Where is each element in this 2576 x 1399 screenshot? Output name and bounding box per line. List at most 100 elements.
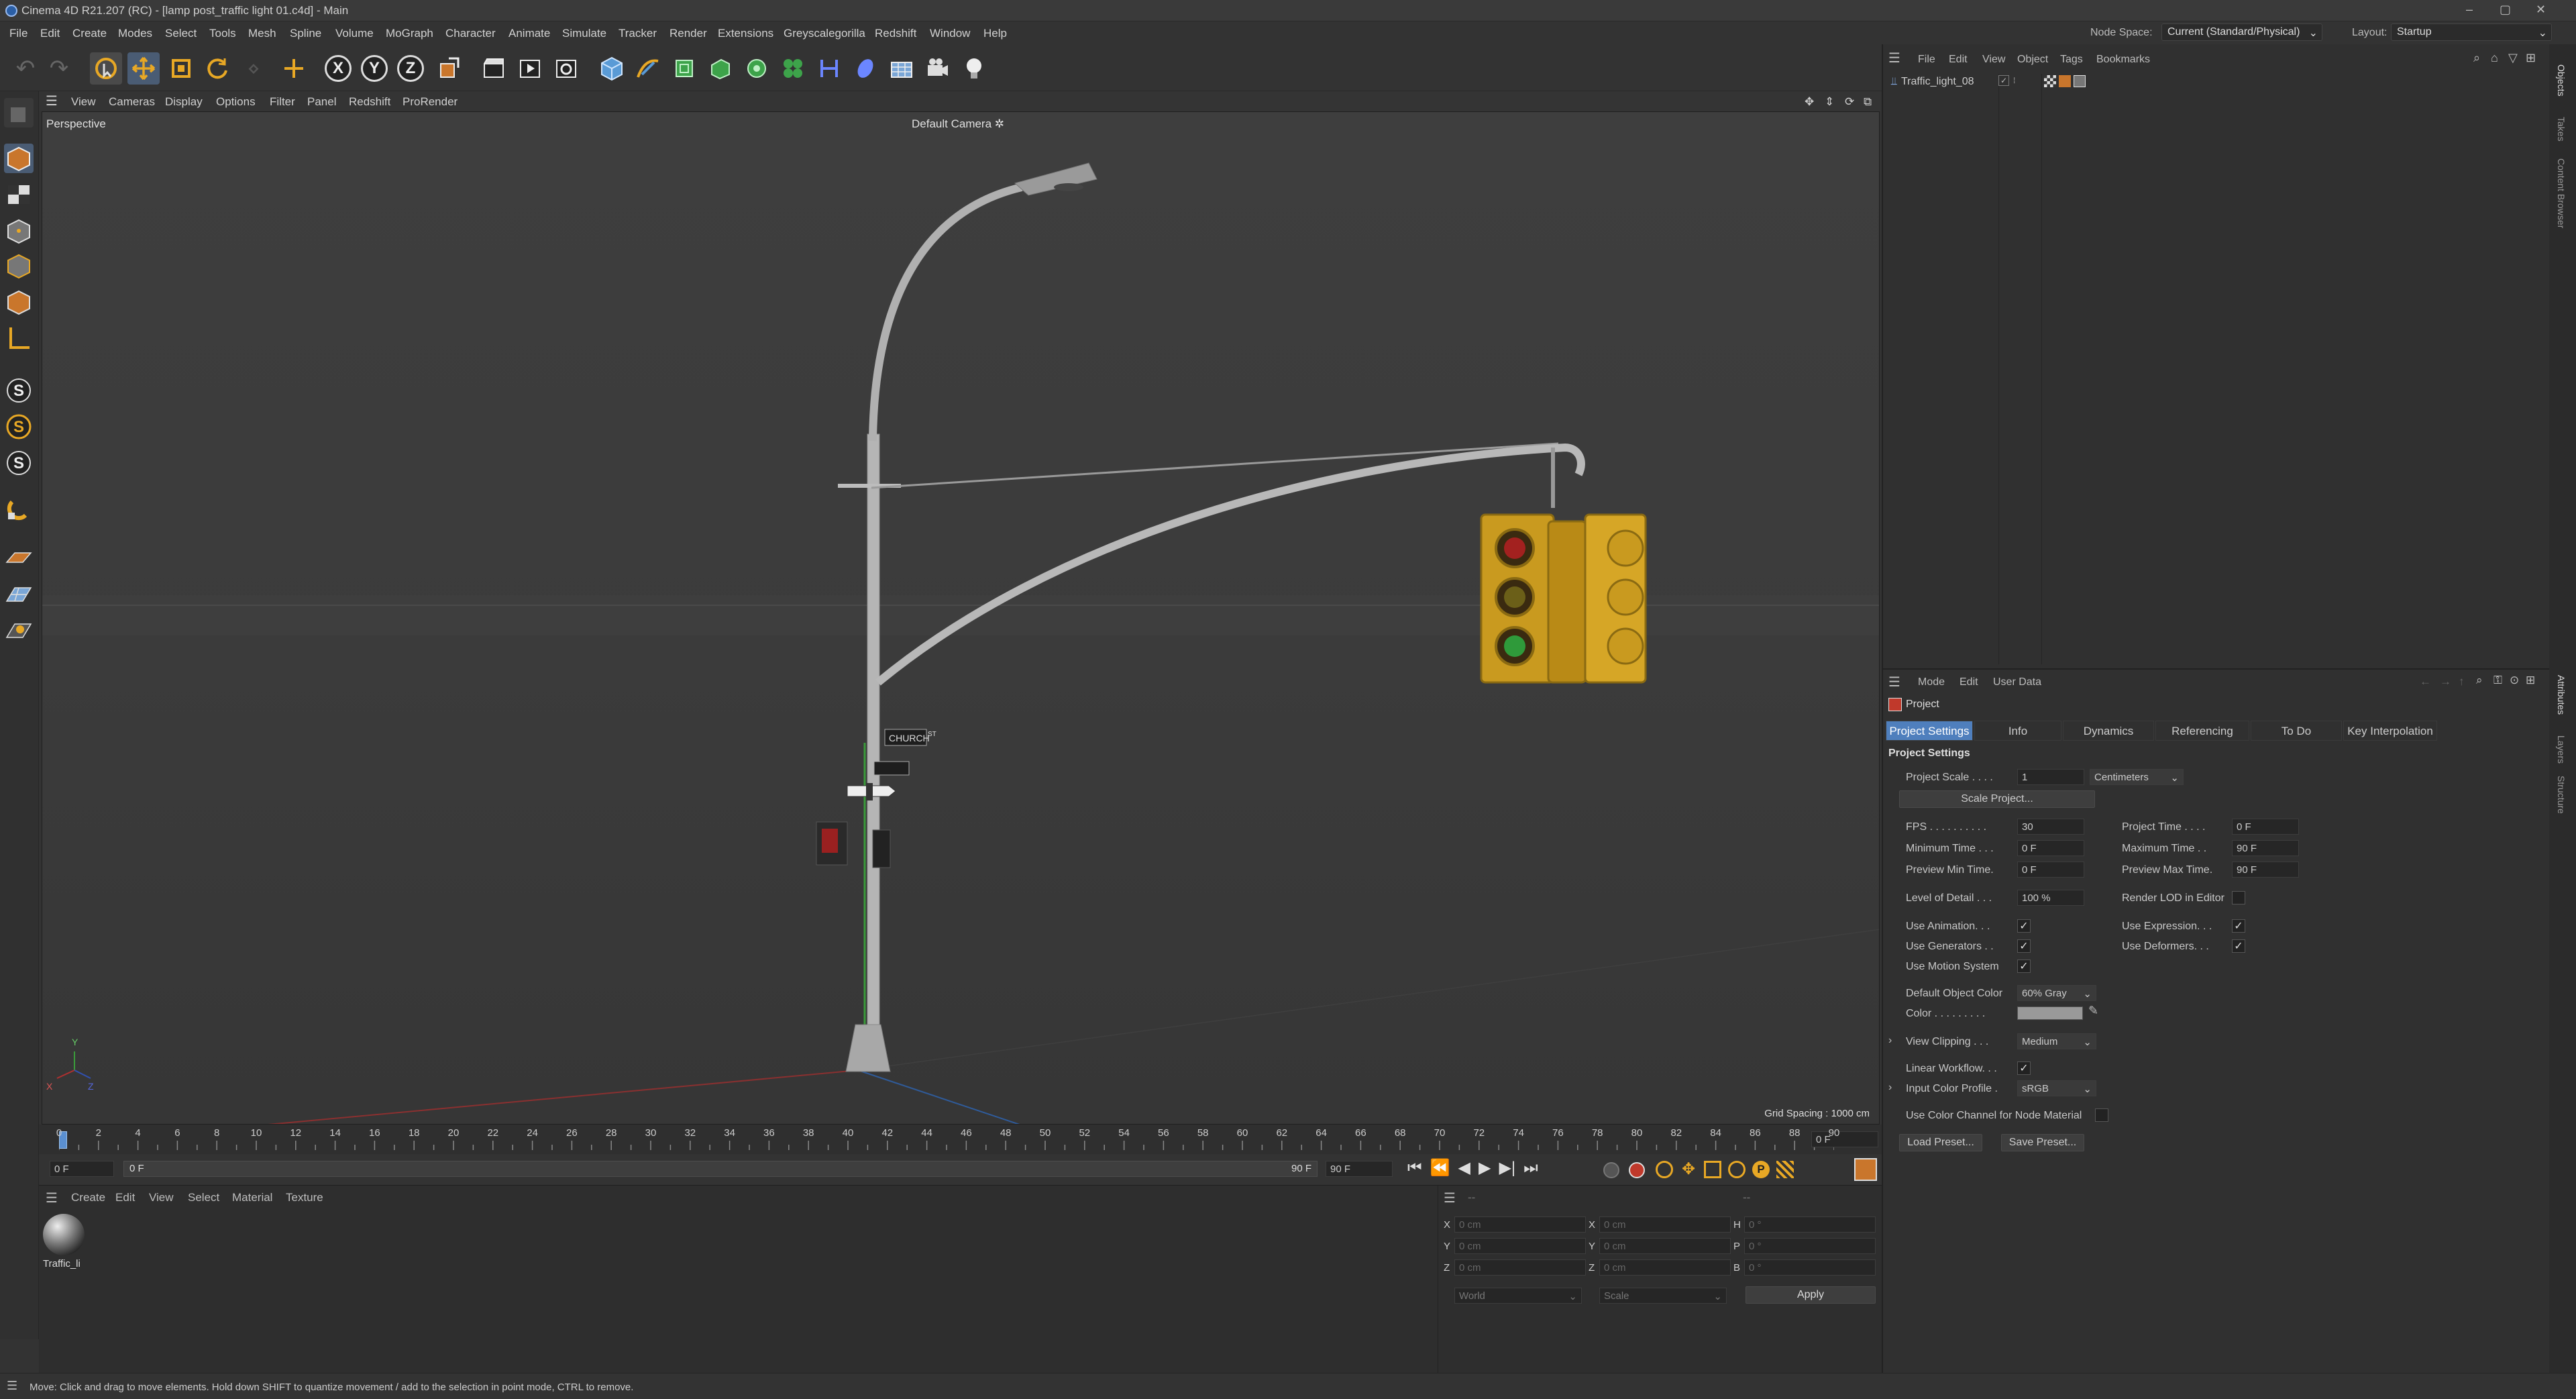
hamburger-icon[interactable]: ☰ xyxy=(1888,674,1900,690)
layout-dropdown[interactable]: Startup ⌄ xyxy=(2391,23,2552,41)
tab-to-do[interactable]: To Do xyxy=(2251,721,2342,741)
menu-tools[interactable]: Tools xyxy=(209,27,236,40)
expand-chevron-icon[interactable]: › xyxy=(1888,1035,1892,1047)
project-scale-field[interactable]: 1 xyxy=(2017,769,2084,785)
make-editable-button[interactable] xyxy=(4,98,34,127)
layer-check-icon[interactable]: ✓ xyxy=(1998,75,2009,86)
tab-takes[interactable]: Takes xyxy=(2556,117,2567,142)
cube-object-button[interactable] xyxy=(596,52,628,85)
timeline-ruler[interactable]: 0 F 0 2 4 6 8 10 12 14 16 18 20 22 24 26 28 30 32 34 36 38 4… xyxy=(39,1125,1882,1154)
attr-menu-user-data[interactable]: User Data xyxy=(1993,676,2041,688)
keyframe-selection-icon[interactable] xyxy=(1656,1161,1673,1178)
coord-position-field[interactable]: 0 cm xyxy=(1454,1259,1586,1276)
z-axis-lock-button[interactable]: Z xyxy=(394,52,427,85)
viewport-menu-panel[interactable]: Panel xyxy=(307,95,336,109)
menu-mesh[interactable]: Mesh xyxy=(248,27,276,40)
min-time-field[interactable]: 0 F xyxy=(2017,840,2084,856)
viewport-menu-cameras[interactable]: Cameras xyxy=(109,95,155,109)
play-icon[interactable]: ▶ xyxy=(1479,1158,1491,1178)
coord-size-field[interactable]: 0 cm xyxy=(1599,1259,1731,1276)
view-clipping-dropdown[interactable]: Medium ⌄ xyxy=(2017,1033,2096,1049)
pen-tool-button[interactable] xyxy=(632,52,664,85)
extrude-button[interactable] xyxy=(704,52,737,85)
input-color-profile-dropdown[interactable]: sRGB ⌄ xyxy=(2017,1080,2096,1096)
node-space-dropdown[interactable]: Current (Standard/Physical) ⌄ xyxy=(2161,23,2322,41)
coord-rotation-field[interactable]: 0 ° xyxy=(1744,1216,1876,1233)
locked-workplane-button[interactable] xyxy=(4,578,34,608)
menu-volume[interactable]: Volume xyxy=(335,27,374,40)
menu-tracker[interactable]: Tracker xyxy=(619,27,657,40)
prev-frame-icon[interactable]: ◀ xyxy=(1458,1158,1470,1178)
use-animation-checkbox[interactable]: ✓ xyxy=(2017,919,2031,933)
edges-mode-button[interactable] xyxy=(4,251,34,280)
search-icon[interactable]: ⌕ xyxy=(2476,674,2483,687)
use-deformers-checkbox[interactable]: ✓ xyxy=(2232,939,2245,953)
obj-menu-tags[interactable]: Tags xyxy=(2060,54,2083,66)
tab-content-browser[interactable]: Content Browser xyxy=(2556,158,2567,228)
snap-settings-button[interactable]: S xyxy=(4,412,34,442)
coord-size-field[interactable]: 0 cm xyxy=(1599,1238,1731,1254)
eyedropper-icon[interactable]: ✎ xyxy=(2088,1004,2098,1018)
project-scale-unit-dropdown[interactable]: Centimeters ⌄ xyxy=(2090,769,2184,785)
coord-size-field[interactable]: 0 cm xyxy=(1599,1216,1731,1233)
up-arrow-icon[interactable]: ↑ xyxy=(2459,675,2465,688)
material-swatch[interactable] xyxy=(43,1214,85,1255)
workplane-button[interactable] xyxy=(4,542,34,572)
obj-menu-object[interactable]: Object xyxy=(2017,54,2048,66)
mat-menu-create[interactable]: Create xyxy=(71,1191,105,1204)
obj-menu-edit[interactable]: Edit xyxy=(1949,54,1968,66)
menu-mograph[interactable]: MoGraph xyxy=(386,27,433,40)
rotate-tool-button[interactable] xyxy=(201,52,233,85)
axis-mode-button[interactable] xyxy=(4,323,34,353)
coord-rotation-field[interactable]: 0 ° xyxy=(1744,1238,1876,1254)
next-frame-icon[interactable]: ▶| xyxy=(1499,1158,1515,1178)
close-button[interactable]: ✕ xyxy=(2536,3,2546,17)
field-button[interactable] xyxy=(849,52,881,85)
timeline-settings-icon[interactable] xyxy=(1854,1158,1877,1181)
go-to-start-icon[interactable]: ⏮ xyxy=(1407,1159,1422,1178)
tab-key-interpolation[interactable]: Key Interpolation xyxy=(2343,721,2437,741)
hamburger-icon[interactable]: ☰ xyxy=(46,1190,58,1206)
use-generators-checkbox[interactable]: ✓ xyxy=(2017,939,2031,953)
tab-attributes[interactable]: Attributes xyxy=(2556,675,2567,715)
menu-modes[interactable]: Modes xyxy=(118,27,152,40)
scale-tool-button[interactable] xyxy=(165,52,197,85)
save-preset-button[interactable]: Save Preset... xyxy=(2001,1134,2084,1151)
lock-icon[interactable]: ⚿ xyxy=(2493,674,2502,687)
planar-workplane-button[interactable] xyxy=(4,615,34,644)
y-axis-lock-button[interactable]: Y xyxy=(358,52,390,85)
snap-button[interactable]: S xyxy=(4,376,34,405)
visibility-dots-icon[interactable]: ⁞ xyxy=(2013,76,2015,85)
menu-redshift[interactable]: Redshift xyxy=(875,27,916,40)
parameter-key-icon[interactable]: P xyxy=(1752,1161,1770,1178)
deformer-button[interactable] xyxy=(813,52,845,85)
tab-project-settings[interactable]: Project Settings xyxy=(1886,721,1973,741)
hamburger-icon[interactable]: ☰ xyxy=(46,93,58,109)
add-object-button[interactable] xyxy=(278,52,310,85)
tab-info[interactable]: Info xyxy=(1974,721,2061,741)
new-window-icon[interactable]: ⊞ xyxy=(2526,674,2535,687)
color-swatch[interactable] xyxy=(2017,1006,2083,1020)
scale-dropdown[interactable]: Scale ⌄ xyxy=(1599,1288,1727,1304)
menu-file[interactable]: File xyxy=(9,27,28,40)
tab-layers[interactable]: Layers xyxy=(2556,735,2567,764)
menu-edit[interactable]: Edit xyxy=(40,27,60,40)
default-object-color-dropdown[interactable]: 60% Gray ⌄ xyxy=(2017,985,2096,1001)
menu-animate[interactable]: Animate xyxy=(508,27,550,40)
menu-create[interactable]: Create xyxy=(72,27,107,40)
3d-viewport[interactable]: Perspective Default Camera ✲ CHURCH ST Y… xyxy=(42,111,1880,1125)
expand-chevron-icon[interactable]: › xyxy=(1888,1082,1892,1094)
fps-field[interactable]: 30 xyxy=(2017,819,2084,835)
model-mode-button[interactable] xyxy=(4,144,34,173)
texture-tag-icon[interactable] xyxy=(2044,75,2056,87)
coord-rotation-field[interactable]: 0 ° xyxy=(1744,1259,1876,1276)
coord-position-field[interactable]: 0 cm xyxy=(1454,1238,1586,1254)
end-frame-field[interactable]: 90 F xyxy=(1326,1161,1393,1177)
live-selection-button[interactable] xyxy=(90,52,122,85)
menu-character[interactable]: Character xyxy=(445,27,496,40)
viewport-menu-filter[interactable]: Filter xyxy=(270,95,295,109)
menu-window[interactable]: Window xyxy=(930,27,970,40)
viewport-menu-view[interactable]: View xyxy=(71,95,96,109)
coord-position-field[interactable]: 0 cm xyxy=(1454,1216,1586,1233)
maximize-button[interactable]: ▢ xyxy=(2500,3,2511,17)
